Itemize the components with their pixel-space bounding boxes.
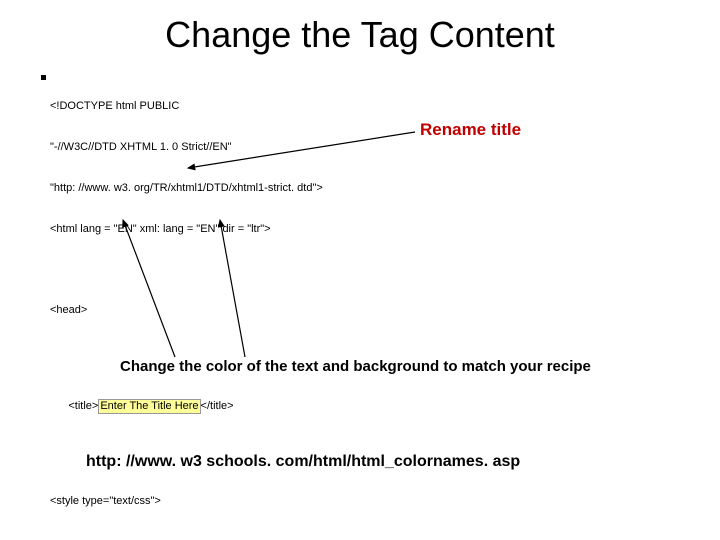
- reference-url: http: //www. w3 schools. com/html/html_c…: [86, 453, 520, 471]
- change-color-label: Change the color of the text and backgro…: [120, 358, 591, 375]
- code-line: "http: //www. w3. org/TR/xhtml1/DTD/xhtm…: [50, 182, 323, 196]
- title-open: <title>: [68, 400, 98, 412]
- bullet-icon: [41, 75, 46, 80]
- title-text-highlight: Enter The Title Here: [98, 399, 200, 415]
- code-line-body-style: body {color: yellow ; background: blue}: [50, 536, 323, 540]
- code-line: <head>: [50, 304, 323, 318]
- code-line: <!DOCTYPE html PUBLIC: [50, 100, 323, 114]
- code-gap: [50, 345, 323, 357]
- code-line: "-//W3C//DTD XHTML 1. 0 Strict//EN": [50, 141, 323, 155]
- slide-title: Change the Tag Content: [0, 14, 720, 56]
- rename-title-label: Rename title: [420, 120, 521, 140]
- code-line-title: <title>Enter The Title Here</title>: [50, 385, 323, 428]
- code-line: <html lang = "EN" xml: lang = "EN" dir =…: [50, 223, 323, 237]
- code-gap: [50, 265, 323, 277]
- title-close: </title>: [201, 400, 234, 412]
- code-line: <style type="text/css">: [50, 495, 323, 509]
- slide: Change the Tag Content <!DOCTYPE html PU…: [0, 0, 720, 540]
